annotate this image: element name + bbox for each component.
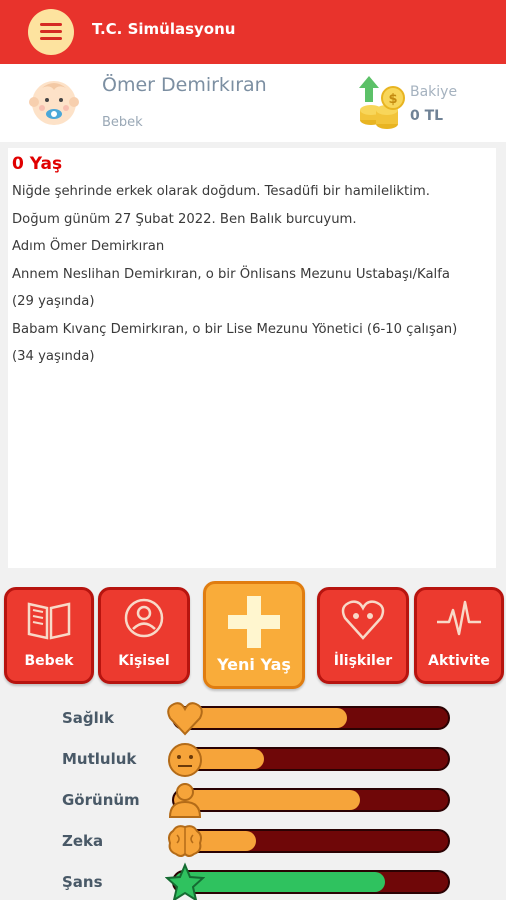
profile-header: Ömer Demirkıran Bebek $ Bakiye 0 TL	[0, 64, 506, 142]
story-line: Babam Kıvanç Demirkıran, o bir Lise Mezu…	[12, 321, 458, 337]
card-label: Aktivite	[428, 653, 490, 669]
story-line: (34 yaşında)	[12, 349, 95, 364]
person-circle-icon	[124, 598, 164, 638]
stat-label-zeka: Zeka	[62, 832, 104, 850]
aktivite-button[interactable]: Aktivite	[414, 587, 504, 684]
age-heading: 0 Yaş	[12, 154, 63, 174]
kisisel-button[interactable]: Kişisel	[98, 587, 190, 684]
svg-text:$: $	[388, 92, 397, 107]
story-line: (29 yaşında)	[12, 294, 95, 309]
hamburger-menu-icon[interactable]	[28, 9, 74, 55]
stat-label-saglik: Sağlık	[62, 709, 114, 727]
money-growth-icon: $	[359, 76, 405, 129]
card-label: Yeni Yaş	[217, 655, 291, 674]
stat-label-gorunum: Görünüm	[62, 791, 140, 809]
stat-bar-zeka	[172, 829, 450, 853]
iliskiler-button[interactable]: İlişkiler	[317, 587, 409, 684]
story-line: Niğde şehrinde erkek olarak doğdum. Tesa…	[12, 184, 430, 199]
card-label: Bebek	[24, 653, 74, 669]
stat-bar-gorunum	[172, 788, 450, 812]
yeni-yas-button[interactable]: Yeni Yaş	[203, 581, 305, 689]
story-line: Annem Neslihan Demirkıran, o bir Önlisan…	[12, 266, 450, 282]
stat-bar-saglik	[172, 706, 450, 730]
app-title: T.C. Simülasyonu	[92, 20, 236, 38]
pulse-icon	[437, 600, 481, 636]
app-bar: T.C. Simülasyonu	[0, 0, 506, 64]
story-text: Niğde şehrinde erkek olarak doğdum. Tesa…	[12, 178, 492, 371]
card-label: İlişkiler	[333, 653, 393, 669]
story-line: Doğum günüm 27 Şubat 2022. Ben Balık bur…	[12, 211, 357, 227]
balance-value: 0 TL	[410, 108, 444, 124]
book-icon	[27, 602, 71, 640]
card-label: Kişisel	[118, 653, 170, 669]
action-bar: Bebek Kişisel Yeni Yaş İlişkiler Aktivit…	[0, 580, 506, 690]
stat-label-mutluluk: Mutluluk	[62, 750, 137, 768]
user-icon	[168, 783, 202, 818]
life-story-panel: 0 Yaş Niğde şehrinde erkek olarak doğdum…	[8, 148, 496, 568]
life-stage: Bebek	[102, 115, 143, 130]
bebek-button[interactable]: Bebek	[4, 587, 94, 684]
face-icon	[168, 743, 202, 777]
story-line: Adım Ömer Demirkıran	[12, 239, 165, 254]
balance-label: Bakiye	[410, 84, 458, 100]
stat-fill	[174, 872, 385, 892]
player-name: Ömer Demirkıran	[102, 74, 267, 96]
baby-avatar-icon	[29, 81, 79, 125]
heart-people-icon	[341, 600, 385, 640]
stat-bar-sans	[172, 870, 450, 894]
plus-icon	[228, 596, 280, 648]
stat-bar-mutluluk	[172, 747, 450, 771]
heart-icon	[167, 702, 203, 736]
stat-label-sans: Şans	[62, 873, 103, 891]
brain-icon	[168, 825, 202, 857]
star-icon	[165, 862, 205, 900]
